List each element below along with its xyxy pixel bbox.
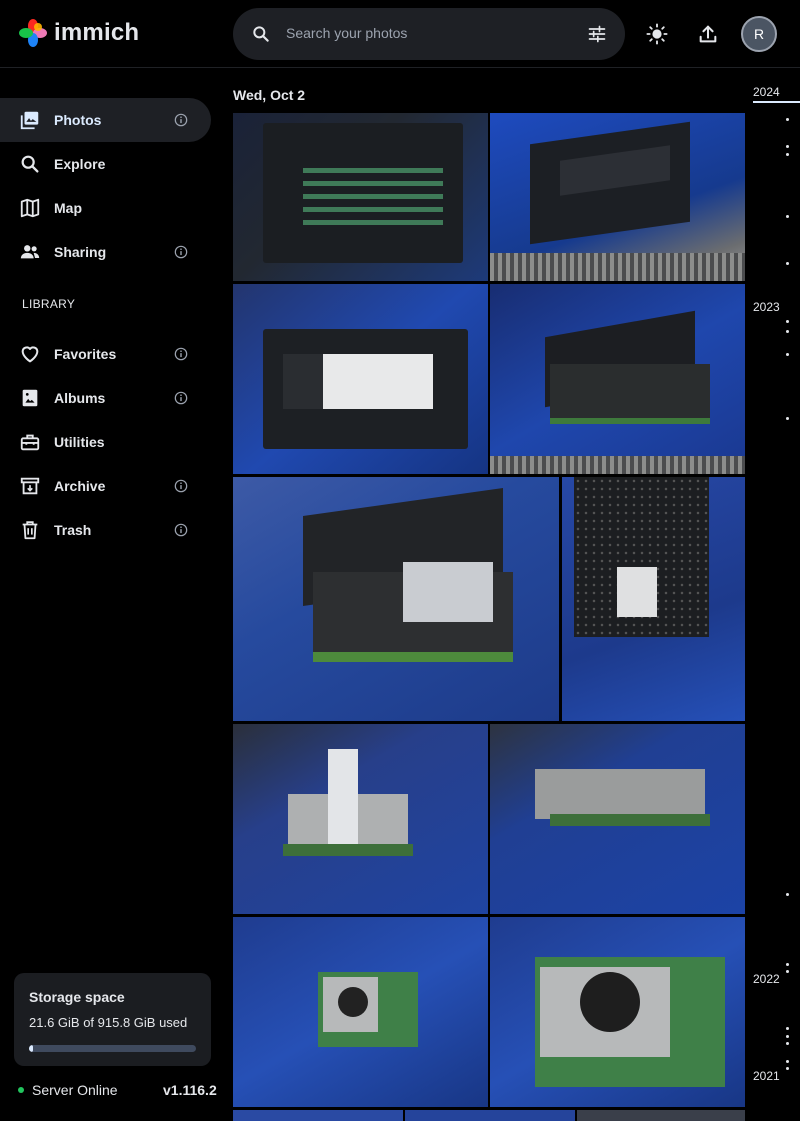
timeline-tick-dot (786, 1067, 789, 1070)
photo-thumbnail[interactable] (490, 724, 745, 914)
timeline-tick-dot (786, 1042, 789, 1045)
timeline-year-label[interactable]: 2022 (753, 972, 780, 986)
photos-icon (20, 111, 39, 130)
search-bar[interactable]: Search your photos (233, 8, 625, 60)
sidebar-item-sharing[interactable]: Sharing (0, 230, 211, 274)
storage-usage-bar (29, 1045, 196, 1052)
photo-thumbnail[interactable] (233, 284, 488, 474)
map-icon (20, 198, 40, 218)
timeline-tick-dot (786, 1027, 789, 1030)
timeline-tick-dot (786, 262, 789, 265)
timeline-tick-dot (786, 893, 789, 896)
sidebar-item-photos[interactable]: Photos (0, 98, 211, 142)
online-status-dot-icon (18, 1087, 24, 1093)
photo-thumbnail[interactable] (405, 1110, 575, 1121)
sidebar-item-utilities[interactable]: Utilities (0, 420, 211, 464)
sidebar: Photos Explore Map Sharing LIBRARY Favor… (0, 68, 222, 1121)
sidebar-item-label: Trash (54, 522, 92, 538)
photo-thumbnail[interactable] (577, 1110, 745, 1121)
date-group-label[interactable]: Wed, Oct 2 (233, 87, 305, 103)
photo-thumbnail[interactable] (233, 113, 488, 281)
server-version[interactable]: v1.116.2 (163, 1082, 217, 1098)
explore-search-icon (21, 155, 39, 173)
photo-thumbnail[interactable] (233, 477, 559, 721)
album-icon (22, 389, 38, 407)
info-icon[interactable] (174, 479, 188, 493)
sidebar-item-label: Explore (54, 156, 106, 172)
sidebar-item-label: Photos (54, 112, 102, 128)
filter-options-icon[interactable] (587, 24, 607, 44)
info-icon[interactable] (174, 347, 188, 361)
app-name: immich (54, 19, 140, 46)
sun-icon (646, 23, 668, 45)
user-avatar[interactable]: R (741, 16, 777, 52)
timeline-tick-dot (786, 145, 789, 148)
timeline-tick-dot (786, 417, 789, 420)
sidebar-item-label: Sharing (54, 244, 107, 260)
library-section-label: LIBRARY (22, 297, 76, 311)
heart-icon (21, 346, 39, 363)
server-status-text: Server Online (32, 1082, 118, 1098)
toolbox-icon (20, 434, 40, 451)
timeline-tick-dot (786, 153, 789, 156)
timeline-tick-dot (786, 215, 789, 218)
timeline-tick-dot (786, 1060, 789, 1063)
timeline-scrubber[interactable] (750, 68, 800, 1121)
sidebar-item-archive[interactable]: Archive (0, 464, 211, 508)
storage-usage-text: 21.6 GiB of 915.8 GiB used (29, 1015, 188, 1030)
app-logo[interactable]: immich (18, 18, 139, 48)
timeline-year-label[interactable]: 2021 (753, 1069, 780, 1083)
timeline-tick-dot (786, 118, 789, 121)
photo-thumbnail[interactable] (233, 917, 488, 1107)
sidebar-item-albums[interactable]: Albums (0, 376, 211, 420)
timeline-tick-dot (786, 1035, 789, 1038)
photo-thumbnail[interactable] (490, 284, 745, 474)
timeline-year-label[interactable]: 2023 (753, 300, 780, 314)
archive-icon (20, 477, 40, 495)
sidebar-item-favorites[interactable]: Favorites (0, 332, 211, 376)
sidebar-item-label: Utilities (54, 434, 105, 450)
photo-thumbnail[interactable] (233, 1110, 403, 1121)
storage-title: Storage space (29, 989, 125, 1005)
search-input[interactable]: Search your photos (286, 25, 407, 41)
immich-logo-icon (19, 19, 47, 47)
sharing-people-icon (20, 245, 40, 259)
sidebar-item-trash[interactable]: Trash (0, 508, 211, 552)
storage-usage-fill (29, 1045, 33, 1052)
info-icon[interactable] (174, 523, 188, 537)
search-icon (253, 26, 269, 42)
sidebar-item-explore[interactable]: Explore (0, 142, 211, 186)
timeline-tick-dot (786, 963, 789, 966)
upload-icon (699, 25, 717, 43)
timeline-tick-dot (786, 353, 789, 356)
info-icon[interactable] (174, 113, 188, 127)
theme-toggle-button[interactable] (639, 16, 675, 52)
sidebar-item-label: Map (54, 200, 82, 216)
info-icon[interactable] (174, 391, 188, 405)
sidebar-item-label: Archive (54, 478, 106, 494)
info-icon[interactable] (174, 245, 188, 259)
photo-thumbnail[interactable] (490, 917, 745, 1107)
photo-thumbnail[interactable] (562, 477, 745, 721)
timeline-tick-dot (786, 320, 789, 323)
sidebar-item-label: Favorites (54, 346, 117, 362)
top-bar: immich Search your photos R (0, 0, 800, 68)
timeline-tick-dot (786, 970, 789, 973)
upload-button[interactable] (690, 16, 726, 52)
sidebar-item-map[interactable]: Map (0, 186, 211, 230)
trash-icon (22, 521, 38, 540)
photo-thumbnail[interactable] (490, 113, 745, 281)
timeline-current-indicator (753, 101, 800, 103)
photo-thumbnail[interactable] (233, 724, 488, 914)
server-status: Server Online (18, 1082, 118, 1098)
timeline-tick-dot (786, 330, 789, 333)
storage-card: Storage space 21.6 GiB of 915.8 GiB used (14, 973, 211, 1066)
timeline-year-label[interactable]: 2024 (753, 85, 780, 99)
sidebar-item-label: Albums (54, 390, 106, 406)
